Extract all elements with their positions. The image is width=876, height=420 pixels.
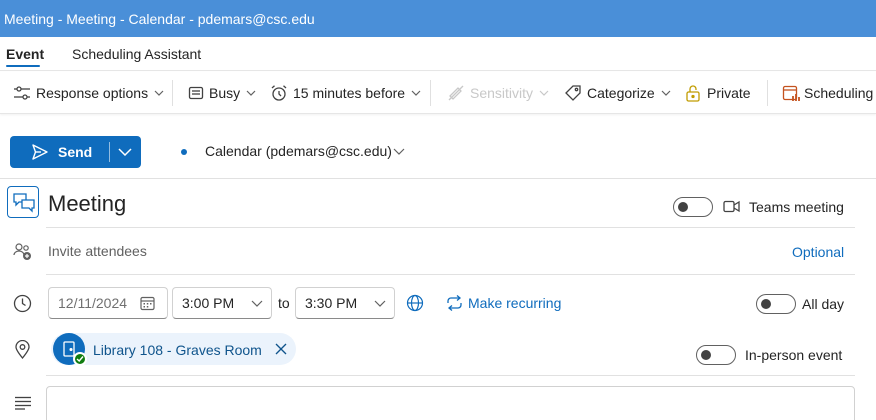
in-person-event-label: In-person event [745, 347, 843, 363]
toolbar-divider [172, 80, 173, 106]
add-people-icon [13, 243, 31, 260]
start-date-field[interactable]: 12/11/2024 [48, 287, 168, 319]
optional-attendees-link[interactable]: Optional [792, 244, 844, 260]
text-lines-icon [15, 396, 31, 410]
start-date-value: 12/11/2024 [58, 295, 128, 311]
toggle-knob [701, 350, 711, 360]
make-recurring-button[interactable]: Make recurring [468, 295, 561, 311]
tag-icon [565, 85, 581, 101]
window-title-bar: Meeting - Meeting - Calendar - pdemars@c… [0, 0, 876, 37]
teams-meeting-label: Teams meeting [749, 199, 844, 215]
end-time-dropdown[interactable]: 3:30 PM [295, 287, 395, 319]
toggle-knob [678, 202, 688, 212]
active-tab-indicator [6, 65, 40, 67]
chevron-down-icon[interactable] [118, 148, 132, 156]
field-divider [46, 274, 855, 275]
event-title-input[interactable]: Meeting [48, 191, 126, 217]
event-body-editor[interactable] [46, 386, 855, 420]
section-divider [0, 178, 876, 179]
clock-icon [13, 294, 32, 313]
globe-icon[interactable] [406, 294, 424, 312]
checkmark-icon [76, 356, 84, 363]
private-label: Private [707, 85, 751, 101]
scheduling-poll-icon [782, 85, 800, 101]
room-chip[interactable]: Library 108 - Graves Room [51, 333, 296, 366]
tab-scheduling-assistant[interactable]: Scheduling Assistant [72, 46, 201, 62]
meeting-type-icon[interactable] [7, 186, 39, 218]
sensitivity-icon [448, 85, 464, 101]
toolbar-divider [767, 80, 768, 106]
remove-room-icon[interactable] [275, 343, 287, 355]
start-time-dropdown[interactable]: 3:00 PM [172, 287, 272, 319]
window-title: Meeting - Meeting - Calendar - pdemars@c… [4, 10, 315, 27]
sensitivity-dropdown[interactable]: Sensitivity [447, 72, 549, 114]
chevron-down-icon [251, 300, 263, 307]
video-camera-icon [723, 200, 740, 213]
field-divider [46, 375, 855, 376]
reminder-dropdown[interactable]: 15 minutes before [270, 72, 421, 114]
reminder-label: 15 minutes before [293, 85, 406, 101]
time-to-label: to [278, 295, 290, 311]
toolbar-divider [430, 80, 431, 106]
location-pin-icon [15, 340, 30, 359]
in-person-event-toggle[interactable] [696, 345, 736, 365]
toggle-knob [761, 299, 771, 309]
available-status-icon [73, 352, 87, 366]
end-time-value: 3:30 PM [305, 295, 358, 311]
chevron-down-icon [374, 300, 386, 307]
response-options-button[interactable]: Response options [13, 72, 164, 114]
response-options-label: Response options [36, 85, 149, 101]
start-time-value: 3:00 PM [182, 295, 235, 311]
show-as-label: Busy [209, 85, 241, 101]
repeat-icon [447, 295, 462, 311]
chevron-down-icon[interactable] [393, 148, 405, 155]
calendar-color-dot [181, 149, 187, 155]
categorize-dropdown[interactable]: Categorize [564, 72, 671, 114]
chevron-down-icon [539, 90, 549, 96]
room-name: Library 108 - Graves Room [93, 342, 262, 358]
lock-icon [686, 85, 700, 102]
busy-icon [188, 86, 204, 100]
chevron-down-icon [661, 90, 671, 96]
chevron-down-icon [411, 90, 421, 96]
field-divider [46, 227, 855, 228]
scheduling-label: Scheduling [804, 85, 874, 101]
tab-event[interactable]: Event [6, 46, 44, 62]
show-as-dropdown[interactable]: Busy [188, 72, 256, 114]
send-label: Send [58, 144, 93, 160]
ribbon-tabs: Event Scheduling Assistant [0, 37, 876, 71]
chevron-down-icon [154, 90, 164, 96]
teams-meeting-toggle[interactable] [673, 197, 713, 217]
invite-attendees-input[interactable]: Invite attendees [48, 243, 147, 259]
calendar-selector[interactable]: Calendar (pdemars@csc.edu) [205, 143, 392, 159]
alarm-clock-icon [271, 85, 287, 101]
all-day-label: All day [802, 296, 845, 312]
categorize-label: Categorize [587, 85, 655, 101]
chat-bubbles-icon [13, 193, 35, 213]
sensitivity-label: Sensitivity [470, 85, 534, 101]
ribbon-toolbar: Response options Busy 15 minutes before … [0, 72, 876, 114]
send-divider [109, 142, 110, 162]
chevron-down-icon [246, 90, 256, 96]
private-button[interactable]: Private [685, 72, 751, 114]
all-day-toggle[interactable] [756, 294, 796, 314]
sliders-icon [14, 86, 30, 100]
send-icon [32, 144, 48, 160]
scheduling-button[interactable]: Scheduling [782, 72, 873, 114]
calendar-icon[interactable] [140, 296, 155, 311]
send-button[interactable]: Send [10, 136, 141, 168]
